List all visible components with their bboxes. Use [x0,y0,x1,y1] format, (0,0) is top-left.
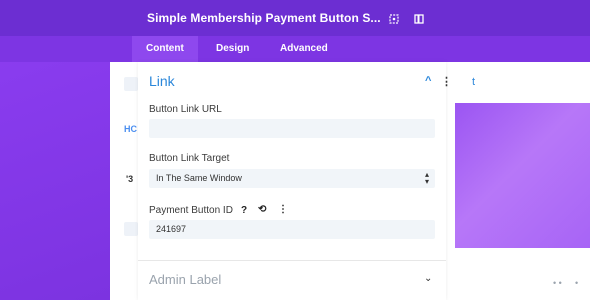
section-divider [138,260,446,261]
modal-title: Simple Membership Payment Button S... [147,11,381,25]
background-mark: HC [124,124,137,134]
reset-icon[interactable]: ⟲ [258,204,266,215]
expand-icon[interactable] [388,12,400,24]
button-link-target-value: In The Same Window [156,173,242,183]
modal-header: Simple Membership Payment Button S... [0,0,590,36]
tab-content[interactable]: Content [132,36,198,62]
background-chip [124,77,138,91]
payment-button-id-label: Payment Button ID [149,205,233,216]
select-arrow-icon: ▴ ▾ [424,170,429,186]
tab-advanced[interactable]: Advanced [266,36,342,62]
section-title-admin-label[interactable]: Admin Label [149,272,221,287]
chevron-up-icon[interactable]: ^ [425,75,431,87]
help-icon[interactable]: ? [241,205,247,216]
tab-bar: Content Design Advanced [0,36,590,62]
background-dots: • [575,278,579,288]
tab-design[interactable]: Design [202,36,263,62]
background-chip [124,222,138,236]
sidebar-toggle-icon[interactable] [413,12,425,24]
button-link-target-label: Button Link Target [149,153,230,164]
button-link-url-label: Button Link URL [149,104,222,115]
settings-panel: Link ^ ⋮ Button Link URL Button Link Tar… [138,62,452,300]
more-options-icon[interactable]: ⋮ [441,75,452,88]
more-options-icon[interactable]: ⋮ [278,204,288,215]
chevron-down-icon[interactable]: ⌄ [424,273,432,284]
background-mark: '3 [126,174,134,184]
background-glyph: t [472,76,476,88]
button-link-url-input[interactable] [149,119,435,138]
payment-button-id-input[interactable]: 241697 [149,220,435,239]
background-dots: • • [553,278,562,288]
section-title-link[interactable]: Link [149,73,175,89]
background-purple-block [455,103,590,248]
button-link-target-select[interactable]: In The Same Window ▴ ▾ [149,169,435,188]
background-page-left [0,36,110,300]
